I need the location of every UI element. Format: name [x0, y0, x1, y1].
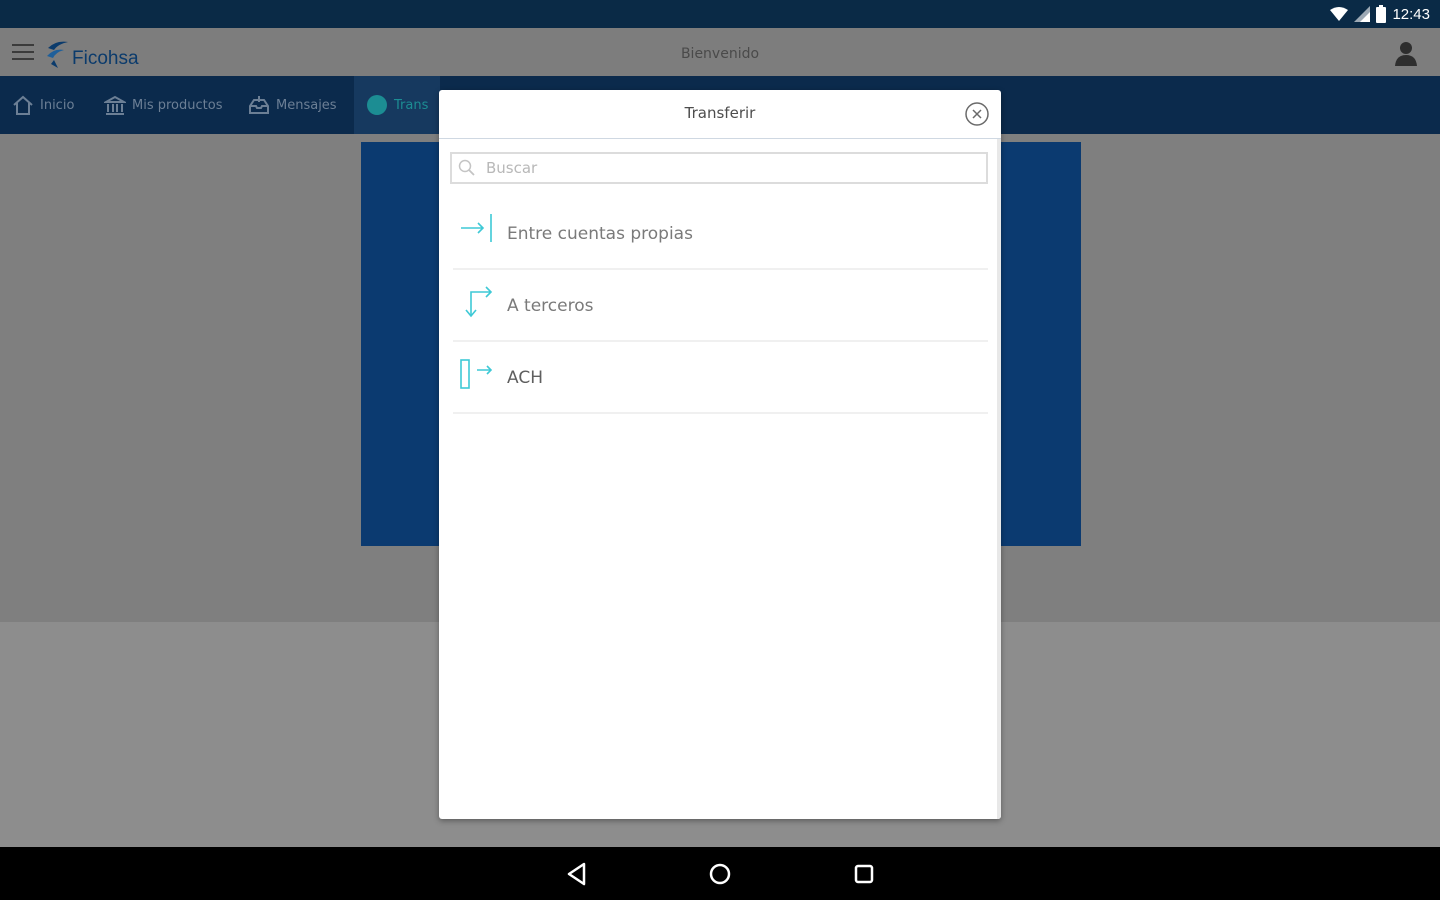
option-label: A terceros	[507, 296, 594, 316]
status-bar: 12:43	[0, 0, 1440, 28]
dialog-header: Transferir	[439, 90, 1001, 139]
battery-icon	[1376, 5, 1387, 23]
app-header: Ficohsa Bienvenido	[0, 28, 1440, 76]
transfer-dialog: Transferir Entre cuentas propias A terce…	[439, 90, 1001, 819]
status-indicators: 12:43	[1330, 4, 1430, 24]
status-time: 12:43	[1392, 5, 1430, 23]
arrow-to-bar-icon	[461, 214, 492, 242]
back-icon[interactable]	[564, 861, 590, 887]
nav-label: Trans	[394, 97, 429, 113]
ach-transfer-icon	[460, 359, 493, 389]
option-ach[interactable]: ACH	[453, 342, 988, 414]
transfer-icon	[367, 95, 387, 115]
signal-icon	[1354, 6, 1371, 22]
search-icon	[458, 159, 475, 176]
transfer-options-list: Entre cuentas propias A terceros ACH	[453, 198, 988, 414]
branch-arrow-icon	[465, 286, 493, 318]
recents-icon[interactable]	[851, 861, 877, 887]
nav-label: Mis productos	[132, 97, 223, 113]
close-icon[interactable]	[965, 102, 989, 126]
wifi-icon	[1330, 7, 1349, 21]
bank-icon	[104, 95, 126, 115]
system-navigation-bar	[0, 847, 1440, 900]
search-box	[450, 152, 988, 184]
dialog-title: Transferir	[684, 104, 756, 122]
user-profile-icon[interactable]	[1394, 40, 1418, 68]
nav-item-transferir[interactable]: Trans	[354, 76, 440, 134]
nav-item-inicio[interactable]: Inicio	[12, 76, 74, 134]
home-circle-icon[interactable]	[707, 861, 733, 887]
search-input[interactable]	[486, 154, 976, 182]
nav-item-mis-productos[interactable]: Mis productos	[104, 76, 222, 134]
inbox-icon	[249, 96, 269, 114]
dialog-scrollbar[interactable]	[997, 139, 1001, 819]
welcome-text: Bienvenido	[680, 46, 760, 62]
option-a-terceros[interactable]: A terceros	[453, 270, 988, 342]
option-label: Entre cuentas propias	[507, 224, 693, 244]
nav-item-mensajes[interactable]: Mensajes	[248, 76, 337, 134]
option-entre-cuentas-propias[interactable]: Entre cuentas propias	[453, 198, 988, 270]
home-icon	[13, 95, 33, 115]
nav-label: Mensajes	[276, 97, 337, 113]
option-label: ACH	[507, 368, 543, 388]
nav-label: Inicio	[40, 97, 75, 113]
